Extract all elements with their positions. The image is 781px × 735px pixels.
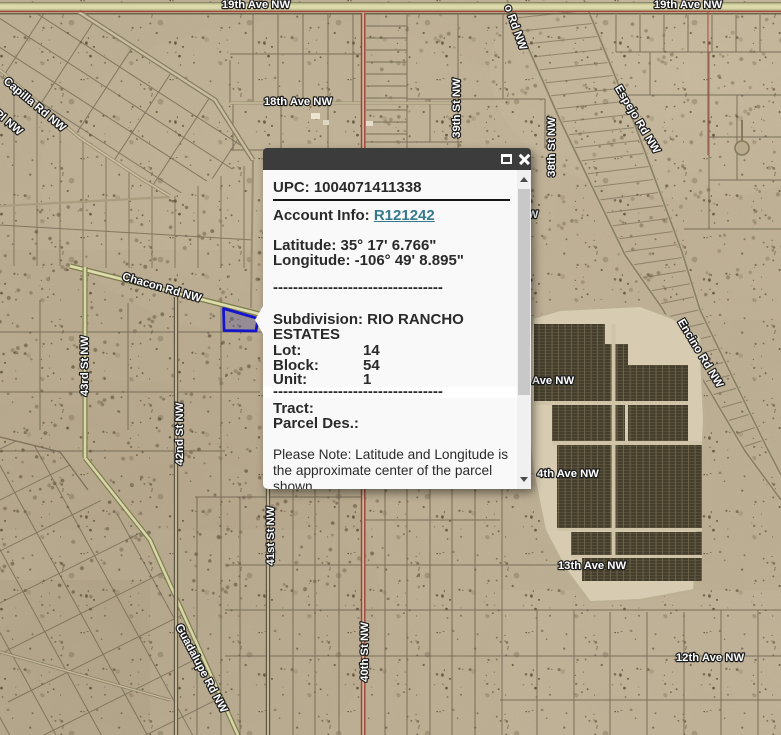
svg-text:18th Ave NW: 18th Ave NW: [264, 96, 333, 108]
svg-text:12th Ave NW: 12th Ave NW: [676, 652, 745, 664]
svg-text:40th St NW: 40th St NW: [359, 622, 371, 682]
svg-text:13th Ave NW: 13th Ave NW: [558, 560, 627, 572]
svg-text:19th Ave NW: 19th Ave NW: [222, 0, 291, 11]
svg-text:4th Ave NW: 4th Ave NW: [537, 468, 599, 480]
svg-text:39th St NW: 39th St NW: [451, 78, 463, 138]
svg-text:42nd St NW: 42nd St NW: [174, 402, 186, 465]
svg-text:43rd St NW: 43rd St NW: [79, 336, 91, 397]
svg-text:Ave NW: Ave NW: [532, 375, 575, 387]
svg-text:41st St NW: 41st St NW: [265, 506, 277, 565]
svg-text:38th St NW: 38th St NW: [546, 117, 558, 177]
svg-text:19th Ave NW: 19th Ave NW: [654, 0, 723, 11]
